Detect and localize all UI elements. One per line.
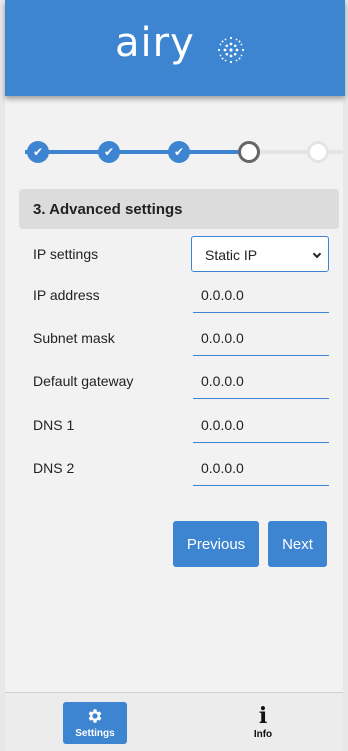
nav-settings[interactable]: Settings [63, 702, 127, 744]
step-2[interactable]: ✔ [98, 141, 120, 163]
nav-info-label: Info [253, 729, 273, 740]
next-button[interactable]: Next [268, 521, 327, 567]
dns2-input[interactable]: 0.0.0.0 [193, 450, 329, 486]
subnet-mask-input[interactable]: 0.0.0.0 [193, 320, 329, 356]
ip-address-row: IP address 0.0.0.0 [33, 277, 333, 317]
bottom-nav: Settings i Info [5, 692, 343, 751]
ip-settings-select[interactable]: Static IP [191, 236, 329, 272]
check-icon: ✔ [32, 145, 44, 159]
chevron-down-icon [312, 249, 322, 259]
ip-settings-label: IP settings [33, 246, 99, 262]
default-gateway-input[interactable]: 0.0.0.0 [193, 363, 329, 399]
ip-settings-row: IP settings Static IP [33, 236, 333, 276]
progress-stepper: ✔ ✔ ✔ [5, 132, 343, 172]
ip-address-label: IP address [33, 287, 100, 303]
sparkle-logo-icon [217, 36, 245, 64]
app-header: airy [5, 0, 345, 96]
dns2-label: DNS 2 [33, 460, 75, 476]
stepper-line-pending [250, 150, 343, 154]
step-4[interactable] [238, 141, 260, 163]
nav-settings-label: Settings [75, 728, 115, 739]
dns1-row: DNS 1 0.0.0.0 [33, 407, 333, 447]
dns1-label: DNS 1 [33, 417, 75, 433]
previous-button[interactable]: Previous [173, 521, 259, 567]
ip-address-input[interactable]: 0.0.0.0 [193, 277, 329, 313]
subnet-mask-label: Subnet mask [33, 330, 115, 346]
logo-text: airy [115, 20, 195, 66]
dns2-row: DNS 2 0.0.0.0 [33, 450, 333, 490]
info-icon: i [258, 703, 268, 729]
default-gateway-label: Default gateway [33, 373, 134, 389]
nav-info[interactable]: i Info [231, 702, 295, 744]
airy-logo: airy [115, 20, 265, 72]
check-icon: ✔ [103, 145, 115, 159]
gear-icon [88, 709, 102, 723]
subnet-mask-row: Subnet mask 0.0.0.0 [33, 320, 333, 360]
ip-settings-selected: Static IP [205, 247, 258, 263]
step-1[interactable]: ✔ [27, 141, 49, 163]
section-title: 3. Advanced settings [19, 189, 339, 229]
step-3[interactable]: ✔ [168, 141, 190, 163]
default-gateway-row: Default gateway 0.0.0.0 [33, 363, 333, 403]
step-5[interactable] [307, 141, 329, 163]
dns1-input[interactable]: 0.0.0.0 [193, 407, 329, 443]
stepper-line-done [25, 150, 250, 154]
check-icon: ✔ [173, 145, 185, 159]
